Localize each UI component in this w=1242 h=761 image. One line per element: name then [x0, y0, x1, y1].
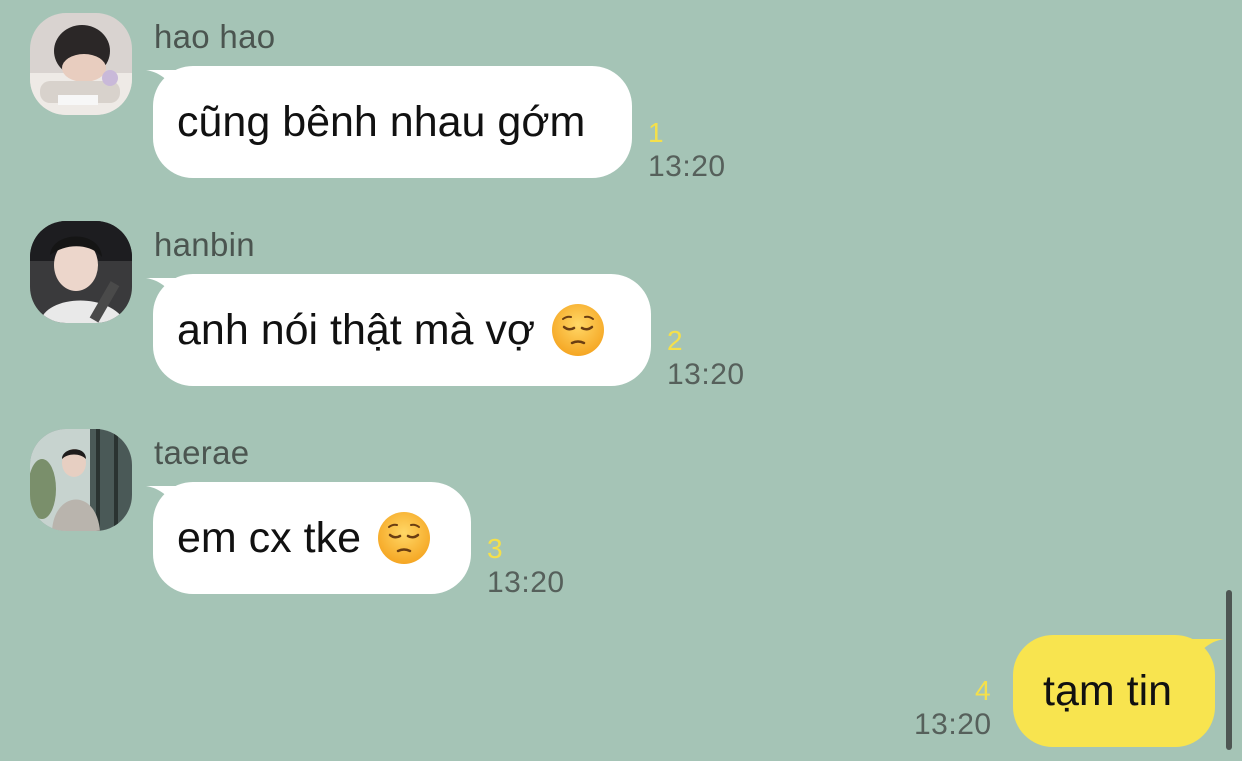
scrollbar[interactable] — [1226, 590, 1232, 750]
message-timestamp: 13:20 — [648, 150, 726, 183]
avatar-photo-icon — [30, 221, 132, 323]
avatar-photo-icon — [30, 429, 132, 531]
message-bubble[interactable]: anh nói thật mà vợ — [153, 274, 651, 386]
chat-screen: hao hao cũng bênh nhau gớm 1 13:20 hanbi… — [0, 0, 1242, 761]
unread-count: 1 — [648, 117, 664, 148]
message-bubble[interactable]: em cx tke — [153, 482, 471, 594]
message-text: anh nói thật mà vợ — [177, 305, 536, 354]
pensive-face-emoji — [551, 303, 605, 357]
message-bubble[interactable]: cũng bênh nhau gớm — [153, 66, 632, 178]
pensive-face-emoji — [377, 511, 431, 565]
sender-name: hanbin — [154, 226, 255, 263]
bubble-tail — [1190, 639, 1224, 665]
unread-count: 3 — [487, 533, 503, 564]
message-text: em cx tke — [177, 513, 361, 562]
avatar-taerae[interactable] — [30, 429, 132, 531]
message-timestamp: 13:20 — [667, 358, 745, 391]
message-text: cũng bênh nhau gớm — [177, 97, 586, 146]
message-text: tạm tin — [1043, 666, 1173, 715]
sender-name: taerae — [154, 434, 250, 471]
avatar-hanbin[interactable] — [30, 221, 132, 323]
unread-count: 2 — [667, 325, 683, 356]
unread-count: 4 — [975, 675, 991, 706]
message-timestamp: 13:20 — [914, 708, 992, 741]
sender-name: hao hao — [154, 18, 276, 55]
message-bubble[interactable]: tạm tin — [1013, 635, 1215, 747]
avatar-hao-hao[interactable] — [30, 13, 132, 115]
message-timestamp: 13:20 — [487, 566, 565, 599]
avatar-photo-icon — [30, 13, 132, 115]
